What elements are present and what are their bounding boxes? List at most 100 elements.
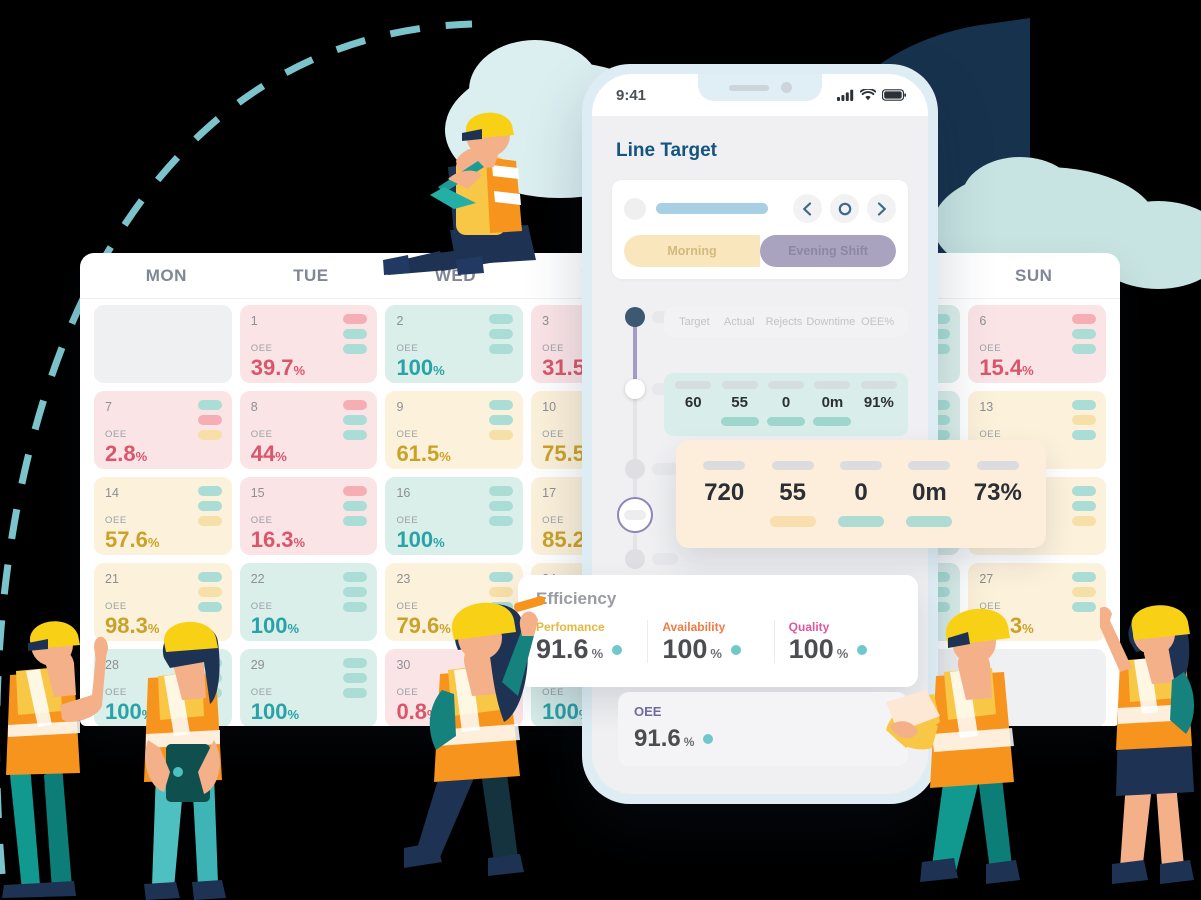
calendar-day-cell[interactable]: 1 OEE 39.7% [239, 305, 378, 383]
table-row[interactable]: 60 55 0 0m 91% [664, 373, 908, 436]
rail-node-1[interactable] [625, 307, 645, 327]
next-shift-button[interactable] [867, 194, 896, 223]
oee-summary-value: 91.6% [634, 725, 892, 753]
chevron-right-icon [877, 201, 886, 216]
oee-label: OEE [979, 343, 1002, 354]
battery-icon [882, 89, 906, 101]
status-pills [489, 400, 514, 440]
highlighted-metrics-card[interactable]: 720 55 0 0m 73% [676, 440, 1046, 548]
status-pill [1072, 314, 1097, 324]
table-cell: 60 [670, 381, 716, 426]
metric-top-skeleton [703, 461, 746, 470]
oee-label: OEE [542, 343, 565, 354]
oee-value: 100% [396, 527, 445, 552]
status-pill [343, 501, 368, 511]
cell-bottom-bar [767, 417, 806, 426]
table-cell: 0m [809, 381, 855, 426]
status-pill [197, 587, 222, 597]
status-pill [489, 314, 514, 324]
status-pill [343, 516, 368, 526]
metric-bottom-bar [769, 516, 816, 527]
circle-icon [838, 202, 851, 215]
oee-label: OEE [979, 429, 1002, 440]
calendar-day-cell[interactable]: 9 OEE 61.5% [385, 391, 524, 469]
metric-top-skeleton [908, 461, 951, 470]
calendar-day-cell[interactable]: 7 OEE 2.8% [94, 391, 232, 469]
metric-bottom-bar [906, 516, 953, 527]
worker-reaching-illustration [404, 596, 546, 876]
rail-node-2[interactable] [625, 379, 645, 399]
status-pills [1072, 314, 1097, 354]
calendar-day-cell[interactable]: 16 OEE 100% [385, 477, 524, 555]
worker-holding-paper-illustration [886, 608, 1020, 884]
status-pills [197, 486, 222, 526]
status-pill [343, 430, 368, 440]
tab-morning[interactable]: Morning [624, 235, 760, 267]
table-cell: 91% [856, 381, 902, 426]
status-pill [1072, 400, 1097, 410]
rail-node-3[interactable] [625, 459, 645, 479]
status-pill [343, 673, 368, 683]
calendar-day-cell[interactable]: 6 OEE 15.4% [968, 305, 1107, 383]
metric-status-dot [730, 644, 741, 655]
tab-evening-shift[interactable]: Evening Shift [760, 235, 896, 267]
oee-label: OEE [250, 515, 273, 526]
rail-side-pill-3 [652, 463, 678, 475]
current-shift-button[interactable] [830, 194, 859, 223]
timeline-section: Target Actual Rejects Downtime OEE% 60 55 0 0m 9… [612, 307, 908, 569]
oee-label: OEE [396, 343, 419, 354]
status-pill [1072, 572, 1097, 582]
rail-node-5[interactable] [625, 549, 645, 569]
status-pill [343, 602, 368, 612]
status-pill [343, 587, 368, 597]
cell-bottom-bar [813, 417, 852, 426]
oee-label: OEE [542, 429, 565, 440]
calendar-day-cell[interactable]: 2 OEE 100% [385, 305, 524, 383]
table-header-row: Target Actual Rejects Downtime OEE% [664, 307, 908, 337]
cell-value: 91% [863, 394, 894, 411]
shift-nav-buttons [793, 194, 896, 223]
cell-bottom-bar [860, 417, 898, 426]
illustration-stage: MON TUE WED THU FRI SAT SUN 1OEE39.7%2OE… [0, 0, 1201, 900]
cell-value: 55 [731, 394, 748, 411]
calendar-empty-cell [94, 305, 232, 383]
calendar-day-cell[interactable]: 14 OEE 57.6% [94, 477, 232, 555]
oee-label: OEE [542, 515, 565, 526]
metric-bottom-bar [975, 516, 1021, 527]
rail-node-4-selected[interactable] [617, 497, 653, 533]
oee-label: OEE [250, 343, 273, 354]
oee-value: 39.7% [250, 355, 306, 380]
day-header-mon: MON [145, 265, 187, 285]
status-pills [197, 400, 222, 440]
oee-summary-dot [703, 734, 714, 744]
status-pill [1072, 344, 1097, 354]
cell-top-skeleton [675, 381, 712, 389]
oee-value: 15.4% [979, 355, 1034, 380]
status-pill [343, 688, 368, 698]
status-pill [1072, 501, 1097, 511]
status-pill [343, 486, 368, 496]
efficiency-metrics: Perfomance 91.6% Availability 100% Quality 10… [536, 620, 900, 663]
status-pill [489, 572, 514, 582]
table-cell: 0 [763, 381, 809, 426]
wifi-icon [860, 89, 876, 101]
worker-pointing-up-illustration [1100, 605, 1194, 884]
calendar-day-cell[interactable]: 8 OEE 44% [239, 391, 378, 469]
cell-top-skeleton [768, 381, 805, 389]
oee-summary-label: OEE [634, 704, 662, 719]
status-pill [197, 400, 222, 410]
status-pill [1072, 516, 1097, 526]
status-pills [1072, 486, 1097, 526]
status-pill [197, 572, 222, 582]
avatar [624, 197, 646, 220]
cell-top-skeleton [814, 381, 851, 389]
front-camera [780, 82, 792, 93]
shift-rows: Target Actual Rejects Downtime OEE% 60 55 0 0m 9… [664, 307, 908, 436]
status-pills [343, 400, 368, 440]
status-pills [343, 314, 368, 354]
table-column-header: Actual [723, 316, 755, 328]
calendar-day-cell[interactable]: 15 OEE 16.3% [239, 477, 378, 555]
prev-shift-button[interactable] [793, 194, 822, 223]
status-bar: 9:41 [592, 74, 928, 116]
status-pill [489, 486, 514, 496]
